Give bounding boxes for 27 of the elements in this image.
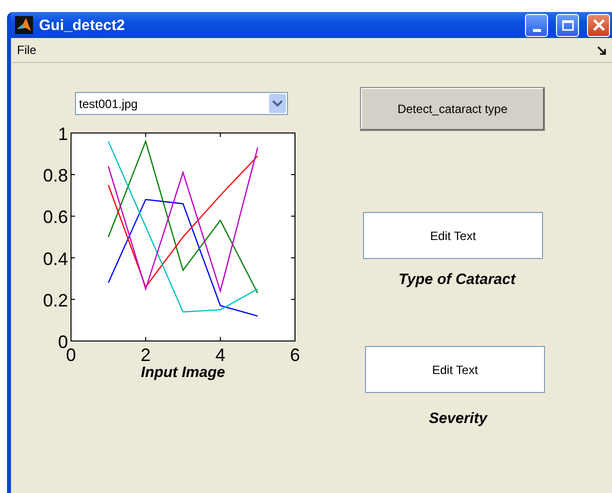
detect-button[interactable]: Detect_cataract type xyxy=(360,87,545,131)
y-tick-label: 0.8 xyxy=(42,166,68,186)
severity-label: Severity xyxy=(428,410,489,427)
dock-arrow-icon[interactable] xyxy=(597,46,606,54)
y-tick-label: 1 xyxy=(58,124,68,144)
maximize-icon xyxy=(562,20,574,30)
app-icon xyxy=(15,16,33,34)
x-axis-label: Input Image xyxy=(140,364,226,380)
file-dropdown[interactable]: test001.jpg xyxy=(75,92,288,115)
x-tick-label: 2 xyxy=(140,345,151,365)
close-icon xyxy=(592,19,604,31)
y-tick-label: 0 xyxy=(58,332,68,352)
x-tick-label: 0 xyxy=(66,345,76,365)
x-tick-label: 4 xyxy=(215,345,226,365)
maximize-button[interactable] xyxy=(556,14,579,36)
type-label: Type of Cataract xyxy=(398,271,517,288)
window-title: Gui_detect2 xyxy=(39,16,125,34)
y-tick-label: 0.4 xyxy=(42,248,68,269)
close-button[interactable] xyxy=(587,14,610,36)
x-tick-label: 6 xyxy=(290,345,300,365)
type-field[interactable]: Edit Text xyxy=(363,212,543,259)
minimize-icon xyxy=(532,28,540,32)
y-tick-label: 0.2 xyxy=(42,290,68,310)
menu-item[interactable]: File xyxy=(17,43,36,57)
minimize-button[interactable] xyxy=(525,14,548,36)
severity-field[interactable]: Edit Text xyxy=(365,346,545,393)
y-tick-label: 0.6 xyxy=(42,207,68,228)
